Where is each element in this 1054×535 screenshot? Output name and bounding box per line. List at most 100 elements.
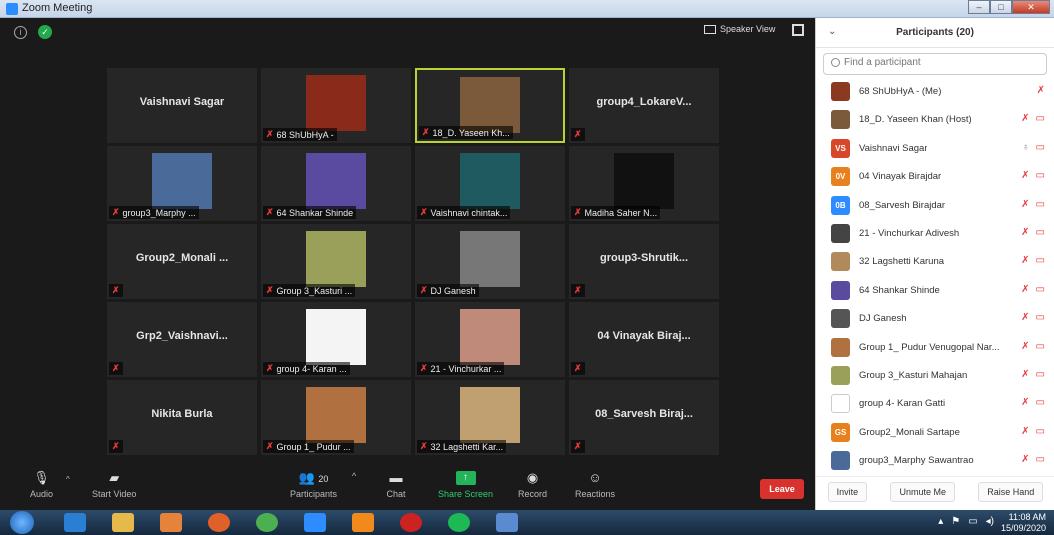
record-button[interactable]: ◉ Record bbox=[518, 471, 548, 500]
participant-row[interactable]: VS Vaishnavi Sagar ♁ ▭ bbox=[816, 135, 1054, 163]
participant-row[interactable]: group3_Marphy Sawantrao ✗ ▭ bbox=[816, 447, 1054, 475]
volume-icon[interactable]: ◂) bbox=[986, 516, 994, 527]
network-icon[interactable]: ▭ bbox=[968, 516, 977, 527]
video-tile[interactable]: ✗ 68 ShUbHyA - bbox=[261, 68, 411, 143]
video-thumbnail bbox=[460, 77, 520, 133]
participant-row[interactable]: DJ Ganesh ✗ ▭ bbox=[816, 305, 1054, 333]
video-tile[interactable]: Group2_Monali ... ✗ bbox=[107, 224, 257, 299]
mic-muted-icon: ✗ bbox=[574, 441, 582, 451]
vlc-icon[interactable] bbox=[352, 513, 374, 532]
video-tile[interactable]: ✗ group 4- Karan ... bbox=[261, 302, 411, 377]
video-tile[interactable]: Vaishnavi Sagar bbox=[107, 68, 257, 143]
spotify-icon[interactable] bbox=[448, 513, 470, 532]
tile-label-text: group 4- Karan ... bbox=[276, 363, 347, 374]
video-off-icon: ▭ bbox=[1035, 113, 1045, 125]
participant-row[interactable]: 21 - Vinchurkar Adivesh ✗ ▭ bbox=[816, 220, 1054, 248]
folder-icon[interactable] bbox=[112, 513, 134, 532]
zoom-taskbar-icon[interactable] bbox=[304, 513, 326, 532]
video-tile[interactable]: Nikita Burla ✗ bbox=[107, 380, 257, 455]
video-tile[interactable]: ✗ 64 Shankar Shinde bbox=[261, 146, 411, 221]
video-tile[interactable]: ✗ Madiha Saher N... bbox=[569, 146, 719, 221]
flag-icon[interactable]: ⚑ bbox=[951, 516, 960, 527]
chrome-icon[interactable] bbox=[256, 513, 278, 532]
tile-label-text: Group 1_ Pudur ... bbox=[276, 441, 351, 452]
participant-row[interactable]: 32 Lagshetti Karuna ✗ ▭ bbox=[816, 248, 1054, 276]
mic-muted-icon: ✗ bbox=[574, 285, 582, 295]
tile-label-text: Vaishnavi chintak... bbox=[430, 207, 508, 218]
video-tile[interactable]: ✗ Vaishnavi chintak... bbox=[415, 146, 565, 221]
video-off-icon: ▭ bbox=[1035, 198, 1045, 210]
participant-row[interactable]: 0B 08_Sarvesh Birajdar ✗ ▭ bbox=[816, 192, 1054, 220]
clock[interactable]: 11:08 AM 15/09/2020 bbox=[1001, 512, 1046, 534]
start-video-button[interactable]: ▰ Start Video bbox=[92, 471, 136, 500]
participant-row[interactable]: 18_D. Yaseen Khan (Host) ✗ ▭ bbox=[816, 106, 1054, 134]
video-tile[interactable]: ✗ Group 3_Kasturi ... bbox=[261, 224, 411, 299]
participant-row[interactable]: Group 3_Kasturi Mahajan ✗ ▭ bbox=[816, 362, 1054, 390]
close-button[interactable]: ✕ bbox=[1012, 0, 1050, 14]
video-tile[interactable]: 08_Sarvesh Biraj... ✗ bbox=[569, 380, 719, 455]
tile-name: Nikita Burla bbox=[151, 408, 213, 420]
participant-name: 21 - Vinchurkar Adivesh bbox=[859, 227, 960, 239]
participants-button[interactable]: 👥 20 Participants bbox=[290, 471, 337, 500]
audio-button[interactable]: 🎙 Audio ^ bbox=[30, 471, 70, 500]
participant-row[interactable]: GS Group2_Monali Sartape ✗ ▭ bbox=[816, 419, 1054, 447]
tile-label: ✗ bbox=[571, 128, 585, 141]
participant-row[interactable]: 64 Shankar Shinde ✗ ▭ bbox=[816, 277, 1054, 305]
shield-icon[interactable]: ✓ bbox=[38, 25, 52, 39]
speaker-view-button[interactable]: Speaker View bbox=[704, 24, 775, 34]
reactions-icon: ☺ bbox=[588, 470, 602, 485]
info-icon[interactable]: i bbox=[14, 26, 27, 39]
video-tile[interactable]: ✗ Group 1_ Pudur ... bbox=[261, 380, 411, 455]
video-tile[interactable]: ✗ DJ Ganesh bbox=[415, 224, 565, 299]
video-tile[interactable]: ✗ group3_Marphy ... bbox=[107, 146, 257, 221]
participant-row[interactable]: 0V 04 Vinayak Birajdar ✗ ▭ bbox=[816, 163, 1054, 191]
video-tile[interactable]: group3-Shrutik... ✗ bbox=[569, 224, 719, 299]
search-input[interactable] bbox=[844, 57, 1024, 68]
tile-name: group4_LokareV... bbox=[596, 96, 692, 108]
mic-muted-icon: ✗ bbox=[1036, 85, 1045, 96]
video-tile[interactable]: ✗ 21 - Vinchurkar ... bbox=[415, 302, 565, 377]
maximize-button[interactable]: □ bbox=[990, 0, 1012, 14]
participant-name: 04 Vinayak Birajdar bbox=[859, 171, 942, 183]
title-bar: Zoom Meeting – □ ✕ bbox=[0, 0, 1054, 18]
mic-muted-icon: ✗ bbox=[266, 363, 274, 373]
start-button[interactable] bbox=[10, 511, 34, 534]
media-player-icon[interactable] bbox=[160, 513, 182, 532]
avatar bbox=[831, 309, 850, 329]
ie-icon[interactable] bbox=[64, 513, 86, 532]
invite-button[interactable]: Invite bbox=[827, 481, 868, 502]
mic-muted-icon: ✗ bbox=[420, 363, 428, 373]
participant-name: 32 Lagshetti Karuna bbox=[859, 256, 945, 268]
chat-button[interactable]: ▬ Chat bbox=[386, 471, 406, 500]
unmute-me-button[interactable]: Unmute Me bbox=[890, 481, 955, 502]
share-screen-button[interactable]: ↑ Share Screen bbox=[438, 471, 493, 499]
record-app-icon[interactable] bbox=[400, 513, 422, 532]
fullscreen-icon[interactable] bbox=[792, 24, 804, 36]
video-tile[interactable]: Grp2_Vaishnavi... ✗ bbox=[107, 302, 257, 377]
tile-label-text: Madiha Saher N... bbox=[584, 207, 658, 218]
firefox-icon[interactable] bbox=[208, 513, 230, 532]
video-tile[interactable]: ✗ 18_D. Yaseen Kh... bbox=[415, 68, 565, 143]
video-tile[interactable]: group4_LokareV... ✗ bbox=[569, 68, 719, 143]
tray-arrow-icon[interactable]: ▴ bbox=[938, 516, 943, 527]
video-tile[interactable]: 04 Vinayak Biraj... ✗ bbox=[569, 302, 719, 377]
video-off-icon: ▭ bbox=[1035, 397, 1045, 409]
video-tile[interactable]: ✗ 32 Lagshetti Kar... bbox=[415, 380, 565, 455]
remote-desktop-icon[interactable] bbox=[496, 513, 518, 532]
leave-button[interactable]: Leave bbox=[760, 479, 804, 499]
avatar bbox=[831, 223, 850, 243]
participant-row[interactable]: 68 ShUbHyA - (Me) ✗ bbox=[816, 78, 1054, 106]
tile-label-text: 64 Shankar Shinde bbox=[276, 207, 354, 218]
chevron-up-icon[interactable]: ^ bbox=[66, 475, 70, 484]
participant-status: ✗ ▭ bbox=[1021, 199, 1045, 210]
minimize-button[interactable]: – bbox=[968, 0, 990, 14]
avatar bbox=[831, 451, 850, 471]
participant-name: Group 1_ Pudur Venugopal Nar... bbox=[859, 341, 1000, 353]
participants-chevron[interactable]: ^ bbox=[352, 471, 356, 481]
participant-row[interactable]: group 4- Karan Gatti ✗ ▭ bbox=[816, 390, 1054, 418]
participant-row[interactable]: Group 1_ Pudur Venugopal Nar... ✗ ▭ bbox=[816, 334, 1054, 362]
reactions-button[interactable]: ☺ Reactions bbox=[575, 470, 615, 500]
tile-label: ✗ 18_D. Yaseen Kh... bbox=[419, 126, 513, 139]
raise-hand-button[interactable]: Raise Hand bbox=[978, 481, 1044, 502]
record-label: Record bbox=[518, 489, 548, 499]
